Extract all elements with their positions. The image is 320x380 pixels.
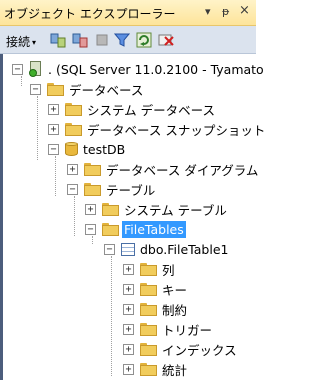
- collapse-icon[interactable]: −: [12, 63, 23, 75]
- folder-icon: [65, 102, 82, 116]
- collapse-icon[interactable]: −: [85, 223, 96, 235]
- tree-node-server[interactable]: − . (SQL Server 11.0.2100 - Tyamato: [12, 59, 264, 79]
- folder-icon: [84, 182, 101, 196]
- expand-icon[interactable]: +: [48, 103, 59, 115]
- stop-icon[interactable]: [94, 32, 110, 48]
- tree-connector-line: [111, 256, 112, 376]
- tree-node-label: システム テーブル: [124, 202, 227, 218]
- expand-icon[interactable]: +: [123, 343, 134, 355]
- tree-node-label: . (SQL Server 11.0.2100 - Tyamato: [48, 61, 264, 77]
- refresh-icon[interactable]: [136, 32, 152, 48]
- folder-icon: [65, 122, 82, 136]
- tree-node-label: 制約: [162, 302, 188, 318]
- folder-icon: [140, 362, 157, 376]
- collapse-icon[interactable]: −: [67, 183, 78, 195]
- folder-icon: [102, 202, 119, 216]
- tree-node-databases[interactable]: − データベース: [30, 79, 143, 99]
- tree-connector-line: [74, 196, 75, 236]
- tree-connector-line: [55, 156, 56, 196]
- folder-icon: [102, 222, 119, 236]
- close-icon[interactable]: ×: [239, 3, 250, 19]
- tree-node-system-databases[interactable]: + システム データベース: [48, 99, 215, 119]
- tree-node-label-selected: FileTables: [122, 220, 186, 238]
- expand-icon[interactable]: +: [48, 123, 59, 135]
- tree-node-label: システム データベース: [87, 102, 215, 118]
- server-icon: [29, 61, 43, 77]
- tree-connector-line: [37, 96, 38, 160]
- folder-icon: [47, 82, 64, 96]
- connect-label: 接続: [6, 35, 31, 49]
- title-bar: オブジェクト エクスプローラー ▾ ᵽ ×: [0, 0, 256, 26]
- expand-icon[interactable]: +: [123, 263, 134, 275]
- expand-icon[interactable]: +: [85, 203, 96, 215]
- database-icon: [65, 141, 78, 157]
- tree-node-database-snapshots[interactable]: + データベース スナップショット: [48, 119, 265, 139]
- expand-icon[interactable]: +: [123, 283, 134, 295]
- folder-icon: [84, 162, 101, 176]
- tree-node-label: 列: [162, 262, 175, 278]
- tree-node-triggers[interactable]: + トリガー: [123, 319, 212, 339]
- tree-node-indexes[interactable]: + インデックス: [123, 339, 237, 359]
- tree-node-filetables[interactable]: − FileTables: [85, 219, 186, 239]
- expand-icon[interactable]: +: [123, 323, 134, 335]
- tree-node-statistics[interactable]: + 統計: [123, 359, 187, 379]
- tree-node-label: 統計: [162, 362, 188, 378]
- pin-icon[interactable]: ᵽ: [222, 4, 229, 20]
- tree-node-label: データベース ダイアグラム: [106, 162, 259, 178]
- clear-filter-icon[interactable]: [158, 32, 174, 48]
- tree-node-columns[interactable]: + 列: [123, 259, 175, 279]
- connect-button[interactable]: 接続 ▾: [6, 33, 36, 50]
- expand-icon[interactable]: +: [67, 163, 78, 175]
- collapse-icon[interactable]: −: [30, 83, 41, 95]
- disconnect-icon[interactable]: [72, 32, 88, 48]
- tree-node-constraints[interactable]: + 制約: [123, 299, 187, 319]
- object-explorer-tree[interactable]: − . (SQL Server 11.0.2100 - Tyamato − デー…: [0, 54, 265, 380]
- tree-node-database-diagrams[interactable]: + データベース ダイアグラム: [67, 159, 258, 179]
- tree-node-label: dbo.FileTable1: [140, 241, 229, 257]
- tree-node-label: データベース スナップショット: [87, 122, 266, 138]
- toolbar: 接続 ▾: [0, 26, 256, 54]
- folder-icon: [140, 282, 157, 296]
- tree-node-keys[interactable]: + キー: [123, 279, 187, 299]
- collapse-icon[interactable]: −: [104, 243, 115, 255]
- folder-icon: [140, 322, 157, 336]
- tree-node-label: インデックス: [162, 342, 237, 358]
- collapse-icon[interactable]: −: [48, 143, 59, 155]
- folder-icon: [140, 302, 157, 316]
- tree-node-label: キー: [162, 282, 188, 298]
- table-icon: [121, 242, 135, 256]
- tree-node-testdb[interactable]: − testDB: [48, 139, 125, 159]
- window-menu-dropdown-icon[interactable]: ▾: [205, 4, 211, 20]
- window-title: オブジェクト エクスプローラー: [4, 7, 176, 21]
- tree-node-system-tables[interactable]: + システム テーブル: [85, 199, 227, 219]
- filter-icon[interactable]: [114, 32, 130, 48]
- connect-dropdown-icon[interactable]: ▾: [32, 38, 36, 47]
- folder-icon: [140, 262, 157, 276]
- tree-node-label: テーブル: [106, 182, 156, 198]
- tree-node-tables[interactable]: − テーブル: [67, 179, 155, 199]
- tree-node-filetable1[interactable]: − dbo.FileTable1: [104, 239, 228, 259]
- tree-node-label: トリガー: [162, 322, 213, 338]
- tree-node-label: testDB: [83, 141, 126, 157]
- tree-node-label: データベース: [69, 82, 144, 98]
- folder-icon: [140, 342, 157, 356]
- connect-object-icon[interactable]: [50, 32, 66, 48]
- expand-icon[interactable]: +: [123, 363, 134, 375]
- expand-icon[interactable]: +: [123, 303, 134, 315]
